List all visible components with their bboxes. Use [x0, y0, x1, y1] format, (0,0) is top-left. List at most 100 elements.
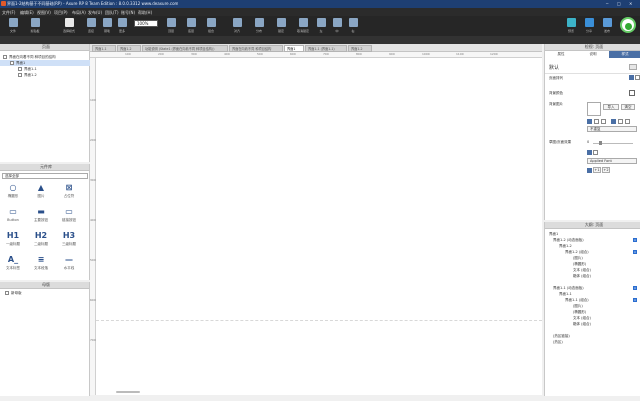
- outline-panel: 大纲: 页面 界面1 界面1-2 (动态面板) × 界面1-2 界面1-2 (组…: [544, 222, 640, 396]
- align-tc-icon[interactable]: [594, 119, 599, 124]
- maximize-icon[interactable]: □: [617, 1, 621, 6]
- widget-primary-button[interactable]: ▬ 主要按钮: [30, 206, 52, 228]
- ruler-tick: 300: [90, 178, 96, 182]
- style-manager-icon[interactable]: [629, 64, 637, 70]
- master-item[interactable]: 新母版: [5, 290, 22, 296]
- widget-text-label[interactable]: A_ 文本标签: [2, 254, 24, 276]
- inspector-title: 检视: 页面: [545, 44, 640, 51]
- doc-tab[interactable]: 功能说明 (State1 (界面在向着不同 种项目结构)): [142, 45, 228, 52]
- doc-tab[interactable]: 界面1-1 (界面1-1): [305, 45, 347, 52]
- ruler-tick: 400: [224, 52, 230, 56]
- repeat-select[interactable]: 不重复: [587, 126, 637, 132]
- sketch-effect-label: 草图/页面效果: [549, 140, 572, 144]
- color-mode-icon[interactable]: [587, 150, 592, 155]
- doc-tab[interactable]: 界面1-1: [92, 45, 116, 52]
- page-icon: [10, 61, 14, 65]
- ruler-tick: 1000: [422, 52, 430, 56]
- align-icon: [232, 18, 242, 27]
- tab-properties[interactable]: 属性: [545, 51, 577, 58]
- ruler-tick: 300: [191, 52, 197, 56]
- publish-button[interactable]: 发布: [596, 18, 618, 34]
- align-mc-icon[interactable]: [618, 119, 623, 124]
- import-button[interactable]: 导入: [603, 104, 619, 110]
- line-width-plus2[interactable]: +2: [602, 167, 610, 173]
- line-width-plus1[interactable]: +1: [593, 167, 601, 173]
- ruler-tick: 1200: [490, 52, 498, 56]
- widget-h3[interactable]: H3 三级标题: [58, 230, 80, 252]
- widget-button[interactable]: ▭ Button: [2, 206, 24, 228]
- align-tr-icon[interactable]: [601, 119, 606, 124]
- ruler-tick: 800: [356, 52, 362, 56]
- close-icon[interactable]: ✕: [629, 1, 632, 6]
- distribute-button[interactable]: 分布: [248, 18, 270, 34]
- page-item-selected[interactable]: 界面1: [0, 60, 90, 66]
- more-button[interactable]: 更多: [111, 18, 133, 34]
- outline-row[interactable]: (热区): [553, 339, 563, 345]
- sketch-slider-handle[interactable]: [599, 141, 602, 145]
- page-fold-guide: [96, 320, 542, 321]
- file-icon: [8, 18, 18, 27]
- align-left-icon: [316, 18, 326, 27]
- bottom-layer-button[interactable]: 底层: [180, 18, 202, 34]
- distribute-icon: [254, 18, 264, 27]
- bg-color-label: 背景颜色: [549, 91, 563, 95]
- widget-ellipse[interactable]: ○ 椭圆形: [2, 182, 24, 204]
- tab-style[interactable]: 样式: [609, 51, 640, 58]
- pointer-icon: [64, 18, 74, 27]
- align-button[interactable]: 对齐: [226, 18, 248, 34]
- select-mode-button[interactable]: 选择模式: [58, 18, 80, 34]
- align-ml-icon[interactable]: [611, 119, 616, 124]
- widget-h2[interactable]: H2 二级标题: [30, 230, 52, 252]
- bg-color-swatch[interactable]: [629, 90, 635, 96]
- align-mr-icon[interactable]: [625, 119, 630, 124]
- line-width-icon[interactable]: [587, 168, 592, 173]
- widget-link-button[interactable]: ▭ 链接按钮: [58, 206, 80, 228]
- page-icon: [18, 67, 22, 71]
- grayscale-icon[interactable]: [593, 150, 598, 155]
- interaction-icon: ×: [633, 250, 637, 254]
- outline-title: 大纲: 页面: [545, 222, 640, 229]
- outline-row[interactable]: 箱体 (组合): [573, 321, 591, 327]
- library-panel: 元件库 选择全部 ○ 椭圆形 ▲ 图片 ⊠ 占位符 ▭ Button ▬ 主要按钮 ▭ 链接…: [0, 164, 90, 280]
- image-align-buttons[interactable]: [587, 119, 637, 124]
- file-button[interactable]: 文件: [2, 18, 24, 34]
- right-button[interactable]: 右: [342, 18, 364, 34]
- ruler-tick: 1100: [456, 52, 464, 56]
- widget-image[interactable]: ▲ 图片: [30, 182, 52, 204]
- minimize-icon[interactable]: ─: [606, 1, 608, 6]
- doc-tab[interactable]: 界面在向着不同 种项目结构: [229, 45, 283, 52]
- align-left-icon[interactable]: [629, 75, 634, 80]
- user-avatar[interactable]: [620, 17, 636, 33]
- lock-button[interactable]: 锁定: [270, 18, 292, 34]
- widget-horizontal-line[interactable]: — 水平线: [58, 254, 80, 276]
- align-center-icon[interactable]: [635, 75, 640, 80]
- zoom-select[interactable]: 100%: [134, 20, 158, 27]
- page-item[interactable]: 界面1-2: [18, 72, 37, 78]
- widget-placeholder[interactable]: ⊠ 占位符: [58, 182, 80, 204]
- library-panel-title: 元件库: [0, 164, 89, 171]
- doc-tab-active[interactable]: 界面1: [284, 45, 304, 52]
- outline-row[interactable]: 箱体 (组合): [573, 273, 591, 279]
- pages-panel-title: 页面: [0, 44, 89, 51]
- align-tl-icon[interactable]: [587, 119, 592, 124]
- ruler-tick: 900: [389, 52, 395, 56]
- ruler-tick: 500: [257, 52, 263, 56]
- ruler-tick: 400: [90, 218, 96, 222]
- horizontal-scrollbar[interactable]: [116, 391, 140, 393]
- align-right-icon: [348, 18, 358, 27]
- bg-image-thumbnail[interactable]: [587, 102, 601, 116]
- library-selector[interactable]: 选择全部: [2, 173, 88, 179]
- doc-tab[interactable]: 界面1-2: [117, 45, 141, 52]
- tab-notes[interactable]: 说明: [577, 51, 609, 58]
- clipboard-button[interactable]: 剪贴板: [24, 18, 46, 34]
- widget-h1[interactable]: H1 一级标题: [2, 230, 24, 252]
- unlock-icon: [298, 18, 308, 27]
- group-button[interactable]: 组合: [200, 18, 222, 34]
- clear-button[interactable]: 清空: [621, 104, 635, 110]
- font-select[interactable]: Applied Font: [587, 158, 637, 164]
- doc-tab[interactable]: 界面1-2: [348, 45, 372, 52]
- design-canvas[interactable]: [96, 58, 542, 395]
- widget-paragraph[interactable]: ≡ 文本段落: [30, 254, 52, 276]
- page-icon: [18, 73, 22, 77]
- top-layer-button[interactable]: 顶层: [160, 18, 182, 34]
